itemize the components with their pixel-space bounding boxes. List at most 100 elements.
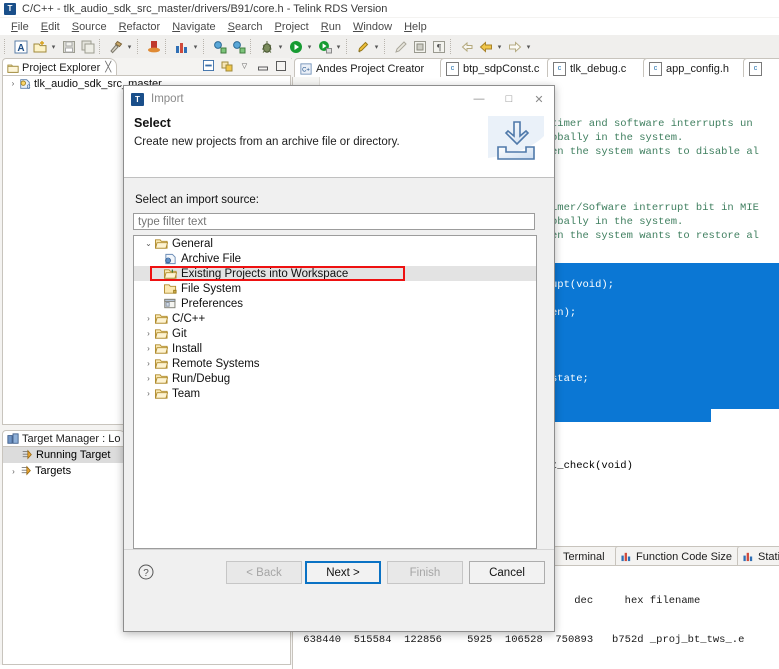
- tree-item-label: Running Target: [36, 449, 111, 461]
- new-c-project-icon[interactable]: A: [12, 38, 29, 55]
- folder-open-icon: [155, 313, 168, 325]
- run-icon[interactable]: [287, 38, 304, 55]
- bottom-tab-label: Static Sta: [758, 550, 779, 563]
- menu-window[interactable]: Window: [347, 21, 398, 33]
- toggle-block-icon[interactable]: [411, 38, 428, 55]
- tree-item-label: General: [172, 237, 213, 250]
- code-size-dropdown-icon[interactable]: ▾: [191, 38, 200, 55]
- tree-item-label: Run/Debug: [172, 372, 231, 385]
- menu-navigate[interactable]: Navigate: [166, 21, 221, 33]
- menu-source[interactable]: Source: [66, 21, 113, 33]
- code-line: obally in the system.: [551, 216, 684, 228]
- tree-item-preferences[interactable]: Preferences: [134, 296, 536, 311]
- debug-dropdown-icon[interactable]: ▾: [276, 38, 285, 55]
- folder-open-icon: [155, 343, 168, 355]
- forward-dropdown-icon[interactable]: ▾: [524, 38, 533, 55]
- finish-button[interactable]: Finish: [387, 561, 463, 584]
- save-icon[interactable]: [60, 38, 77, 55]
- cancel-button[interactable]: Cancel: [469, 561, 545, 584]
- tree-item-label: Team: [172, 387, 201, 400]
- build-dropdown-icon[interactable]: ▾: [125, 38, 134, 55]
- editor-tab-btp-sdpconst-c[interactable]: c btp_sdpConst.c: [440, 58, 557, 78]
- chevron-right-icon[interactable]: ›: [142, 359, 155, 368]
- tab-function-code-size[interactable]: Function Code Size: [615, 546, 747, 566]
- back-button[interactable]: < Back: [226, 561, 302, 584]
- dialog-window-buttons: — □ ✕: [464, 86, 554, 112]
- tree-item-file-system[interactable]: File System: [134, 281, 536, 296]
- tab-static-stack[interactable]: Static Sta: [737, 546, 779, 566]
- tree-item-c-cpp[interactable]: › C/C++: [134, 311, 536, 326]
- search-dropdown-icon[interactable]: ▾: [372, 38, 381, 55]
- tree-item-team[interactable]: › Team: [134, 386, 536, 401]
- breakpoint-icon[interactable]: [230, 38, 247, 55]
- tree-item-general[interactable]: ⌄ General: [134, 236, 536, 251]
- chevron-right-icon[interactable]: ›: [7, 79, 19, 88]
- chevron-down-icon[interactable]: ⌄: [142, 239, 155, 248]
- run-dropdown-icon[interactable]: ▾: [305, 38, 314, 55]
- maximize-button[interactable]: □: [494, 86, 524, 112]
- chevron-right-icon[interactable]: ›: [7, 467, 20, 476]
- dialog-banner: Select Create new projects from an archi…: [124, 112, 554, 178]
- chevron-right-icon[interactable]: ›: [142, 329, 155, 338]
- chevron-right-icon[interactable]: ›: [142, 314, 155, 323]
- next-button[interactable]: Next >: [305, 561, 381, 584]
- menu-help[interactable]: Help: [398, 21, 433, 33]
- tree-item-archive-file[interactable]: Archive File: [134, 251, 536, 266]
- back-history-icon[interactable]: [458, 38, 475, 55]
- terminate-icon[interactable]: [145, 38, 162, 55]
- preferences-icon: [164, 298, 177, 310]
- search-icon[interactable]: [354, 38, 371, 55]
- skip-breakpoints-icon[interactable]: [211, 38, 228, 55]
- help-question-icon[interactable]: ?: [138, 564, 154, 580]
- code-size-icon[interactable]: [173, 38, 190, 55]
- pencil-icon[interactable]: [392, 38, 409, 55]
- import-source-tree[interactable]: ⌄ General Archive File Existing Projects…: [133, 235, 537, 549]
- link-with-editor-icon[interactable]: [220, 59, 233, 72]
- bar-chart-icon: [743, 551, 754, 562]
- view-menu-icon[interactable]: ▽: [238, 59, 251, 72]
- forward-icon[interactable]: [506, 38, 523, 55]
- menu-project[interactable]: Project: [269, 21, 315, 33]
- collapse-all-icon[interactable]: [202, 59, 215, 72]
- selection-highlight-line: [541, 409, 711, 422]
- editor-tab-tlk-debug-c[interactable]: c tlk_debug.c: [547, 58, 653, 78]
- tree-item-install[interactable]: › Install: [134, 341, 536, 356]
- minimize-icon[interactable]: [256, 59, 269, 72]
- menu-file[interactable]: File: [5, 21, 35, 33]
- back-icon[interactable]: [477, 38, 494, 55]
- menu-search[interactable]: Search: [222, 21, 269, 33]
- editor-tab-app-config-h[interactable]: c app_config.h: [643, 58, 753, 78]
- svg-text:C+: C+: [302, 67, 310, 73]
- filter-input[interactable]: [133, 213, 535, 230]
- new-wizard-dropdown-icon[interactable]: ▾: [49, 38, 58, 55]
- chevron-right-icon[interactable]: ›: [142, 389, 155, 398]
- show-whitespace-icon[interactable]: ¶: [430, 38, 447, 55]
- editor-tab-andes-project-creator[interactable]: C+ Andes Project Creator: [294, 58, 450, 78]
- external-tools-dropdown-icon[interactable]: ▾: [334, 38, 343, 55]
- external-tools-icon[interactable]: [316, 38, 333, 55]
- back-dropdown-icon[interactable]: ▾: [495, 38, 504, 55]
- c-file-icon: c: [553, 61, 566, 76]
- tab-project-explorer[interactable]: Project Explorer ╳: [2, 58, 118, 76]
- tab-target-manager[interactable]: Target Manager : Lo: [2, 430, 128, 447]
- chevron-right-icon[interactable]: ›: [142, 344, 155, 353]
- build-hammer-icon[interactable]: [107, 38, 124, 55]
- new-wizard-icon[interactable]: [31, 38, 48, 55]
- code-line: upt(void);: [551, 279, 615, 291]
- menu-refactor[interactable]: Refactor: [113, 21, 167, 33]
- maximize-icon[interactable]: [274, 59, 287, 72]
- tree-item-git[interactable]: › Git: [134, 326, 536, 341]
- chevron-right-icon[interactable]: ›: [142, 374, 155, 383]
- menu-run[interactable]: Run: [315, 21, 347, 33]
- close-button[interactable]: ✕: [524, 86, 554, 112]
- tree-item-run-debug[interactable]: › Run/Debug: [134, 371, 536, 386]
- tree-item-existing-projects-into-workspace[interactable]: Existing Projects into Workspace: [134, 266, 536, 281]
- debug-icon[interactable]: [258, 38, 275, 55]
- menu-edit[interactable]: Edit: [35, 21, 66, 33]
- minimize-button[interactable]: —: [464, 86, 494, 112]
- editor-tab-overflow[interactable]: c: [743, 58, 779, 78]
- save-all-icon[interactable]: [79, 38, 96, 55]
- tab-label: Project Explorer: [22, 61, 101, 74]
- tree-item-remote-systems[interactable]: › Remote Systems: [134, 356, 536, 371]
- close-icon[interactable]: ╳: [105, 62, 111, 73]
